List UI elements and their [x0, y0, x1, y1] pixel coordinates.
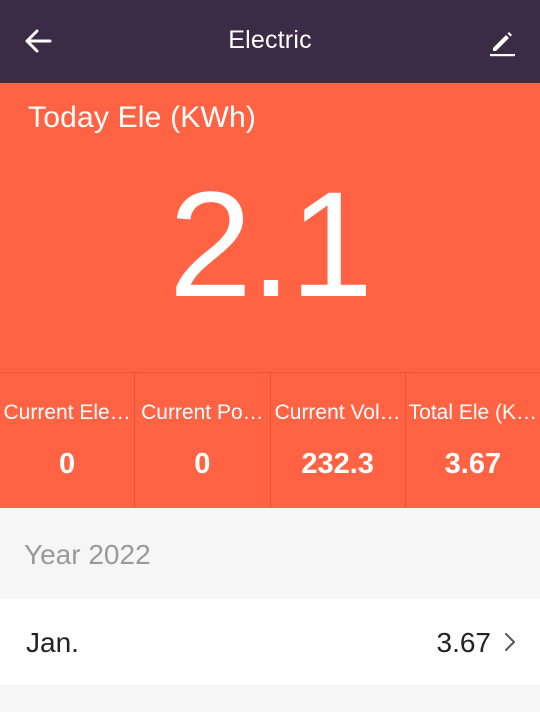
stats-grid: Current Ele… 0 Current Po… 0 Current Vol… — [0, 372, 540, 508]
stat-label: Current Po… — [141, 401, 264, 424]
stat-value: 0 — [59, 448, 76, 480]
year-label: Year 2022 — [24, 539, 151, 570]
month-value: 3.67 — [436, 627, 492, 658]
stat-total-electricity: Total Ele (K… 3.67 — [404, 372, 540, 508]
stat-value: 232.3 — [301, 448, 374, 480]
stat-current-power: Current Po… 0 — [134, 372, 270, 508]
month-label: Jan. — [26, 627, 79, 658]
today-energy-label: Today Ele (KWh) — [28, 101, 257, 134]
list-item-january[interactable]: Jan. 3.67 — [0, 599, 540, 685]
year-header: Year 2022 — [0, 508, 540, 599]
stat-label: Total Ele (K… — [408, 401, 538, 424]
edit-button[interactable] — [482, 24, 522, 60]
chevron-right-icon — [505, 633, 515, 651]
stat-value: 3.67 — [444, 448, 502, 480]
page-title: Electric — [228, 26, 312, 54]
today-energy-panel: Today Ele (KWh) 2.1 — [0, 83, 540, 372]
stat-label: Current Vol… — [274, 401, 401, 424]
stat-current-electricity: Current Ele… 0 — [0, 372, 135, 508]
pencil-icon — [490, 32, 515, 57]
stat-label: Current Ele… — [3, 401, 131, 424]
today-energy-value: 2.1 — [168, 160, 374, 328]
stat-current-voltage: Current Vol… 232.3 — [269, 372, 405, 508]
stat-value: 0 — [194, 448, 211, 480]
top-bar: Electric — [0, 0, 540, 83]
